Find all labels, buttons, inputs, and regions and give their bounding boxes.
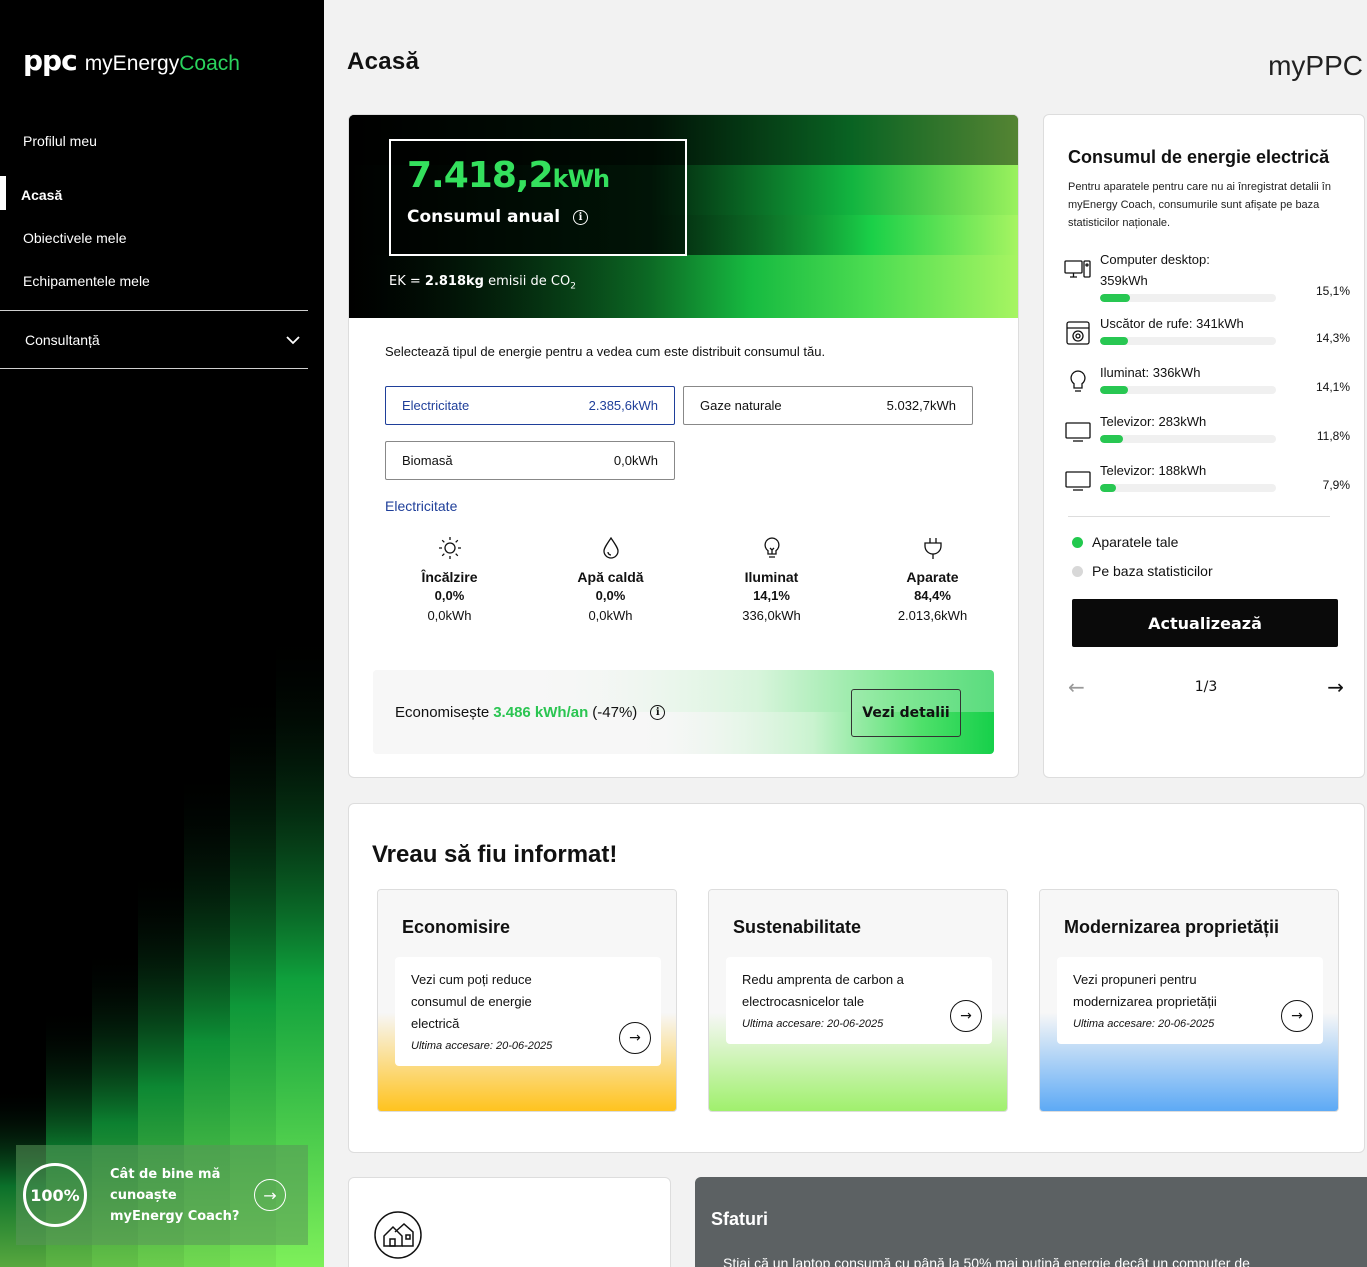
update-button[interactable]: Actualizează: [1072, 599, 1338, 647]
energy-type-biomass[interactable]: Biomasă 0,0kWh: [385, 441, 675, 480]
legend-dot-own: [1072, 536, 1083, 548]
arrow-right-icon[interactable]: →: [1327, 675, 1344, 699]
sidebar-nav: Profilul meu Acasă Obiectivele mele Echi…: [0, 120, 308, 369]
electricity-card-description: Pentru aparatele pentru care nu ai înreg…: [1068, 181, 1331, 229]
arrow-left-icon[interactable]: ←: [1068, 675, 1085, 699]
arrow-right-icon[interactable]: →: [619, 1022, 651, 1054]
co2-emissions: EK = 2.818kg emisii de CO2: [389, 274, 576, 292]
device-bar: [1100, 484, 1276, 492]
device-bar: [1100, 386, 1276, 394]
device-bar: [1100, 435, 1276, 443]
nav-divider: [0, 368, 308, 369]
chevron-down-icon: [286, 335, 300, 344]
device-row[interactable]: Uscător de rufe: 341kWh 14,3%: [1064, 313, 1354, 363]
stay-informed-section: Vreau să fiu informat! Economisire Vezi …: [348, 803, 1365, 1153]
pagination: ← 1/3 →: [1068, 675, 1344, 699]
logo-ppc: ppc: [23, 44, 78, 77]
desktop-computer-icon: [1064, 260, 1091, 278]
category-appliances: Aparate 84,4% 2.013,6kWh: [852, 535, 1013, 623]
divider: [1068, 516, 1330, 517]
info-card-title: Economisire: [402, 917, 511, 937]
legend-dot-stats: [1072, 565, 1083, 577]
legend-own-devices: Aparatele tale: [1072, 534, 1178, 550]
logo-coach: Coach: [179, 52, 240, 75]
arrow-right-icon[interactable]: →: [1281, 1000, 1313, 1032]
device-row[interactable]: Computer desktop: 359kWh 15,1%: [1064, 249, 1354, 302]
coach-knowledge-promo[interactable]: 100% Cât de bine mă cunoaște myEnergy Co…: [16, 1145, 308, 1245]
property-card[interactable]: [348, 1177, 671, 1267]
annual-consumption-label: Consumul anual i: [407, 207, 589, 227]
app-logo[interactable]: ppc myEnergy Coach: [23, 44, 240, 77]
annual-consumption-value: 7.418,2kWh: [407, 155, 610, 196]
page-title: Acasă: [347, 48, 420, 75]
arrow-right-icon[interactable]: →: [950, 1000, 982, 1032]
arrow-right-icon[interactable]: →: [254, 1179, 286, 1211]
consumption-card: 7.418,2kWh Consumul anual i EK = 2.818kg…: [348, 114, 1019, 778]
device-row[interactable]: Iluminat: 336kWh 14,1%: [1064, 362, 1354, 412]
device-row[interactable]: Televizor: 283kWh 11,8%: [1064, 411, 1354, 461]
sidebar-item-equipment[interactable]: Echipamentele mele: [0, 260, 308, 303]
consumption-categories: Încălzire 0,0% 0,0kWh Apă caldă 0,0% 0,0…: [369, 535, 1014, 623]
info-card-title: Modernizarea proprietății: [1064, 917, 1280, 937]
category-lighting: Iluminat 14,1% 336,0kWh: [691, 535, 852, 623]
logo-my-energy: myEnergy: [84, 52, 180, 75]
energy-type-electricity[interactable]: Electricitate 2.385,6kWh: [385, 386, 675, 425]
device-row[interactable]: Televizor: 188kWh 7,9%: [1064, 460, 1354, 510]
annual-consumption-hero: 7.418,2kWh Consumul anual i EK = 2.818kg…: [349, 115, 1018, 318]
info-card-modernization[interactable]: Modernizarea proprietății Vezi propuneri…: [1039, 889, 1339, 1112]
electricity-card-title: Consumul de energie electrică: [1068, 147, 1330, 167]
plug-icon: [923, 538, 942, 559]
info-card-body: Vezi cum poți reduce consumul de energie…: [395, 957, 661, 1066]
info-icon[interactable]: i: [573, 209, 589, 225]
tv-icon: [1065, 471, 1091, 491]
tv-icon: [1065, 422, 1091, 442]
savings-banner: Economisește 3.486 kWh/an (-47%) i Vezi …: [373, 670, 994, 754]
page-indicator: 1/3: [1194, 679, 1218, 695]
house-icon: [374, 1211, 422, 1259]
water-drop-icon: [602, 536, 619, 559]
info-card-body: Redu amprenta de carbon a electrocasnice…: [726, 957, 992, 1044]
category-heating: Încălzire 0,0% 0,0kWh: [369, 535, 530, 623]
annual-consumption-box: 7.418,2kWh Consumul anual i: [389, 139, 687, 256]
info-card-savings[interactable]: Economisire Vezi cum poți reduce consumu…: [377, 889, 677, 1112]
lightbulb-icon: [763, 537, 780, 558]
sidebar: ppc myEnergy Coach Profilul meu Acasă Obi…: [0, 0, 324, 1267]
section-title: Vreau să fiu informat!: [372, 841, 618, 868]
category-hot-water: Apă caldă 0,0% 0,0kWh: [530, 535, 691, 623]
energy-type-natural-gas[interactable]: Gaze naturale 5.032,7kWh: [683, 386, 973, 425]
view-details-button[interactable]: Vezi detalii: [851, 689, 961, 737]
device-bar: [1100, 337, 1276, 345]
selected-energy-type-label: Electricitate: [385, 498, 458, 514]
profile-completion-badge: 100%: [23, 1163, 87, 1227]
promo-text: Cât de bine mă cunoaște myEnergy Coach?: [110, 1166, 240, 1224]
info-card-sustainability[interactable]: Sustenabilitate Redu amprenta de carbon …: [708, 889, 1008, 1112]
consulting-label: Consultanță: [25, 331, 100, 348]
info-card-body: Vezi propuneri pentru modernizarea propr…: [1057, 957, 1323, 1044]
info-icon[interactable]: i: [650, 705, 666, 720]
lightbulb-icon: [1070, 370, 1086, 392]
sidebar-item-profile[interactable]: Profilul meu: [0, 120, 308, 163]
tips-text: Știai că un laptop consumă cu până la 50…: [723, 1255, 1250, 1267]
sun-icon: [438, 537, 461, 559]
brand-logo[interactable]: myPPC: [1268, 50, 1363, 82]
tips-card: Sfaturi Știai că un laptop consumă cu pâ…: [695, 1177, 1367, 1267]
sidebar-item-consulting[interactable]: Consultanță: [0, 311, 308, 368]
dryer-icon: [1066, 321, 1090, 345]
savings-text: Economisește 3.486 kWh/an (-47%) i: [395, 704, 666, 721]
energy-type-prompt: Selectează tipul de energie pentru a ved…: [385, 344, 826, 359]
device-bar: [1100, 294, 1276, 302]
sidebar-item-home[interactable]: Acasă: [0, 174, 308, 217]
tips-title: Sfaturi: [711, 1209, 769, 1229]
info-card-title: Sustenabilitate: [733, 917, 862, 937]
legend-statistics: Pe baza statisticilor: [1072, 563, 1213, 579]
electricity-consumption-card: Consumul de energie electrică Pentru apa…: [1043, 114, 1365, 778]
sidebar-item-goals[interactable]: Obiectivele mele: [0, 217, 308, 260]
